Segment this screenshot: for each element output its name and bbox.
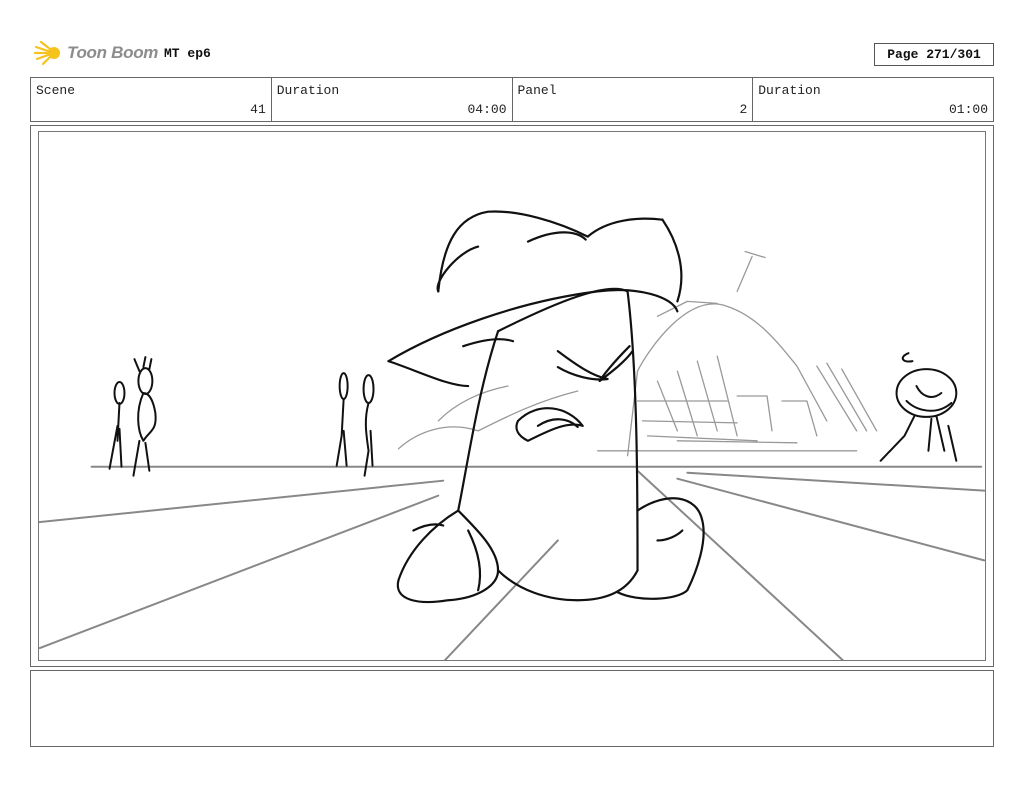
notes-box[interactable] [30, 670, 994, 747]
scene-value: 41 [250, 102, 266, 117]
right-figure [879, 352, 958, 462]
panel-duration-value: 01:00 [948, 102, 988, 117]
scene-duration-value: 04:00 [467, 102, 507, 117]
panel-label: Panel [517, 83, 557, 98]
panel-duration-cell: Duration 01:00 [753, 78, 993, 121]
project-title: MT ep6 [164, 46, 211, 61]
scene-duration-label: Duration [276, 83, 340, 98]
scene-label: Scene [36, 83, 76, 98]
ground-lines [39, 465, 985, 660]
scene-duration-cell: Duration 04:00 [272, 78, 513, 121]
page-header: Toon Boom MT ep6 Page 271/301 [30, 38, 994, 70]
main-character [387, 210, 705, 604]
page-number: Page 271/301 [874, 43, 994, 66]
background-structure [397, 250, 878, 457]
toon-boom-logo: Toon Boom [34, 38, 158, 68]
panel-cell: Panel 2 [513, 78, 754, 121]
sketch-drawing [39, 210, 985, 660]
logo-text: Toon Boom [67, 43, 159, 62]
storyboard-image [38, 131, 986, 661]
panel-value: 2 [739, 102, 748, 117]
scene-info-row: Scene 41 Duration 04:00 Panel 2 Duration… [30, 77, 994, 122]
panel-duration-label: Duration [758, 83, 821, 98]
sun-burst-icon [34, 40, 60, 66]
panel-frame [30, 125, 994, 667]
scene-cell: Scene 41 [31, 78, 272, 121]
left-figures [108, 356, 375, 477]
